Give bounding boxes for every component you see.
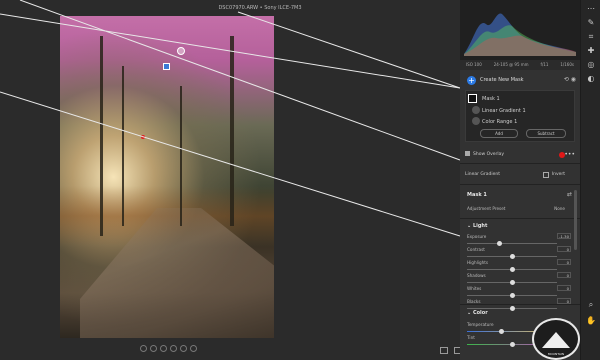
lightroom-window: DSC07970.ARW • Sony ILCE-7M3 ISO 100 24-… — [0, 0, 600, 360]
slider-knob[interactable] — [499, 329, 505, 334]
hand-icon[interactable]: ✋ — [586, 316, 596, 326]
component-label: Color Range 1 — [482, 119, 518, 125]
rating-dot[interactable] — [190, 345, 197, 352]
redeye-icon[interactable]: ◎ — [586, 60, 596, 70]
photo-canvas[interactable] — [60, 16, 274, 338]
mask-pin-handle[interactable] — [177, 47, 185, 55]
tool-strip: ⋯ ✎ ⌗ ✚ ◎ ◐ ⌕ ✋ — [580, 0, 600, 360]
mask-thumbnail — [468, 94, 477, 103]
preset-label: Adjustment Preset — [467, 206, 506, 211]
zoom-icon[interactable]: ⌕ — [586, 300, 596, 310]
slider-value-field[interactable]: 0 — [557, 285, 571, 291]
slider-value-field[interactable]: 0 — [557, 259, 571, 265]
mask-component[interactable]: Linear Gradient 1 — [466, 105, 574, 116]
heal-icon[interactable]: ✚ — [586, 46, 596, 56]
window-title: DSC07970.ARW • Sony ILCE-7M3 — [218, 5, 302, 11]
create-mask-row[interactable]: + Create New Mask ⟲ ◉ — [460, 72, 580, 90]
slider-label: Tint — [467, 335, 475, 340]
mask-icon[interactable]: ◐ — [586, 74, 596, 84]
slider-knob[interactable] — [510, 280, 515, 285]
slider-track[interactable] — [467, 243, 557, 244]
light-section-title[interactable]: ⌄ Light — [467, 223, 487, 229]
edit-panel: ISO 100 24-105 @ 95 mm f/11 1/160s + Cre… — [460, 0, 580, 360]
overlay-label: Show Overlay — [473, 152, 505, 157]
slider-knob[interactable] — [496, 241, 502, 246]
slider-label: Temperature — [467, 322, 494, 327]
gradient-center-pin[interactable] — [163, 63, 170, 70]
add-button[interactable]: Add — [480, 129, 518, 138]
linear-gradient-icon — [472, 106, 480, 114]
reset-icon[interactable]: ⇄ — [567, 191, 572, 198]
filmstrip-rating[interactable] — [140, 345, 197, 353]
slider-label: Blacks — [467, 299, 481, 304]
histogram-graph — [464, 13, 576, 57]
aperture-text: f/11 — [540, 62, 549, 67]
create-mask-label: Create New Mask — [480, 77, 524, 83]
slider-knob[interactable] — [510, 267, 515, 272]
compare-view-icon[interactable] — [440, 347, 448, 354]
mask-name: Mask 1 — [482, 96, 500, 102]
slider-knob[interactable] — [510, 254, 515, 259]
slider-knob[interactable] — [510, 293, 515, 298]
invert-label[interactable]: Invert — [552, 170, 565, 180]
slider-value-field[interactable]: 0 — [557, 298, 571, 304]
edit-icon[interactable]: ✎ — [586, 18, 596, 28]
tree-trunk — [180, 86, 182, 226]
more-icon[interactable]: ••• — [564, 150, 575, 160]
slider-blacks[interactable]: Blacks 0 — [467, 298, 571, 315]
camera-info-bar: ISO 100 24-105 @ 95 mm f/11 1/160s — [460, 60, 580, 70]
divider — [460, 163, 580, 164]
mask-list: Mask 1 Linear Gradient 1 Color Range 1 A… — [465, 90, 575, 142]
crop-icon[interactable]: ⌗ — [586, 32, 596, 42]
slider-label: Exposure — [467, 234, 487, 239]
mask-panel-icons[interactable]: ⟲ ◉ — [564, 76, 576, 83]
adjustment-preset-row[interactable]: Adjustment Preset None — [467, 206, 575, 214]
show-overlay-row[interactable]: Show Overlay ••• — [465, 150, 577, 160]
mountain-icon — [542, 332, 570, 348]
slider-knob[interactable] — [510, 306, 515, 311]
slider-label: Shadows — [467, 273, 486, 278]
color-range-pin[interactable] — [141, 135, 145, 139]
lens-text: 24-105 @ 95 mm — [493, 62, 529, 67]
rating-dot[interactable] — [160, 345, 167, 352]
slider-label: Highlights — [467, 260, 489, 265]
linear-gradient-row: Linear Gradient Invert — [465, 170, 577, 180]
tree-trunk — [122, 66, 124, 226]
tree-trunk — [230, 36, 234, 226]
rating-dot[interactable] — [180, 345, 187, 352]
color-range-icon — [472, 117, 480, 125]
divider — [460, 184, 580, 185]
more-icon[interactable]: ⋯ — [586, 4, 596, 14]
mask-section-title: Mask 1 — [467, 192, 487, 198]
watermark-logo: MOUNTAIN — [532, 318, 580, 360]
preset-value[interactable]: None — [554, 206, 565, 211]
slider-value-field[interactable]: 0 — [557, 272, 571, 278]
rating-dot[interactable] — [170, 345, 177, 352]
panel-scrollbar[interactable] — [574, 190, 577, 250]
plus-icon[interactable]: + — [467, 76, 476, 85]
slider-label: Whites — [467, 286, 482, 291]
rating-dot[interactable] — [140, 345, 147, 352]
slider-value-field[interactable]: 0 — [557, 246, 571, 252]
view-icons — [440, 347, 462, 354]
subtract-button[interactable]: Subtract — [526, 129, 566, 138]
component-label: Linear Gradient 1 — [482, 108, 526, 114]
slider-value-field[interactable]: -1.30 — [557, 233, 571, 239]
overlay-checkbox[interactable] — [465, 151, 470, 156]
rating-dot[interactable] — [150, 345, 157, 352]
linear-gradient-label: Linear Gradient — [465, 172, 501, 177]
mask-item[interactable]: Mask 1 — [466, 93, 574, 104]
slider-label: Contrast — [467, 247, 485, 252]
tree-trunk — [100, 36, 103, 236]
shutter-text: 1/160s — [560, 62, 574, 67]
histogram — [460, 0, 580, 60]
iso-text: ISO 100 — [465, 62, 482, 67]
logo-text: MOUNTAIN — [547, 352, 565, 356]
divider — [460, 218, 580, 219]
mask-component[interactable]: Color Range 1 — [466, 116, 574, 127]
light-title: Light — [472, 223, 488, 229]
slider-knob[interactable] — [510, 342, 515, 347]
invert-icon[interactable] — [543, 172, 549, 178]
